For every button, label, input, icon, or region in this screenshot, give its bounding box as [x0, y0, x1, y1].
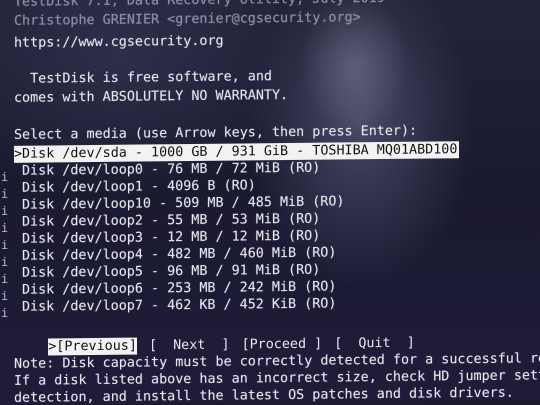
- edge-mark: i: [1, 203, 9, 218]
- intro-line-2: comes with ABSOLUTELY NO WARRANTY.: [14, 87, 289, 106]
- intro-line-1: TestDisk is free software, and: [14, 69, 272, 87]
- header-line-3: https://www.cgsecurity.org: [14, 33, 224, 51]
- disk-item-loop0[interactable]: Disk /dev/loop0 - 76 MB / 72 MiB (RO): [22, 160, 320, 180]
- previous-button[interactable]: >[Previous]: [48, 337, 137, 356]
- select-media-prompt: Select a media (use Arrow keys, then pre…: [14, 123, 418, 143]
- left-edge-marks: i i i i i i i i i: [0, 125, 12, 320]
- edge-mark: i: [1, 305, 9, 320]
- quit-button[interactable]: [ Quit ]: [334, 335, 415, 353]
- terminal-screen: TestDisk 7.1, Data Recovery Utility, Jul…: [0, 0, 540, 405]
- proceed-button[interactable]: [Proceed ]: [242, 336, 323, 354]
- edge-mark: i: [1, 169, 9, 184]
- edge-mark: i: [1, 254, 9, 269]
- next-button[interactable]: [ Next ]: [149, 337, 230, 355]
- edge-mark: i: [1, 186, 9, 201]
- edge-mark: i: [1, 237, 9, 252]
- header-line-2: Christophe GRENIER <grenier@cgsecurity.o…: [14, 10, 361, 29]
- edge-mark: i: [1, 271, 9, 286]
- disk-item-loop7[interactable]: Disk /dev/loop7 - 462 KB / 452 KiB (RO): [22, 295, 336, 315]
- edge-mark: i: [1, 288, 9, 303]
- edge-mark: i: [1, 220, 9, 235]
